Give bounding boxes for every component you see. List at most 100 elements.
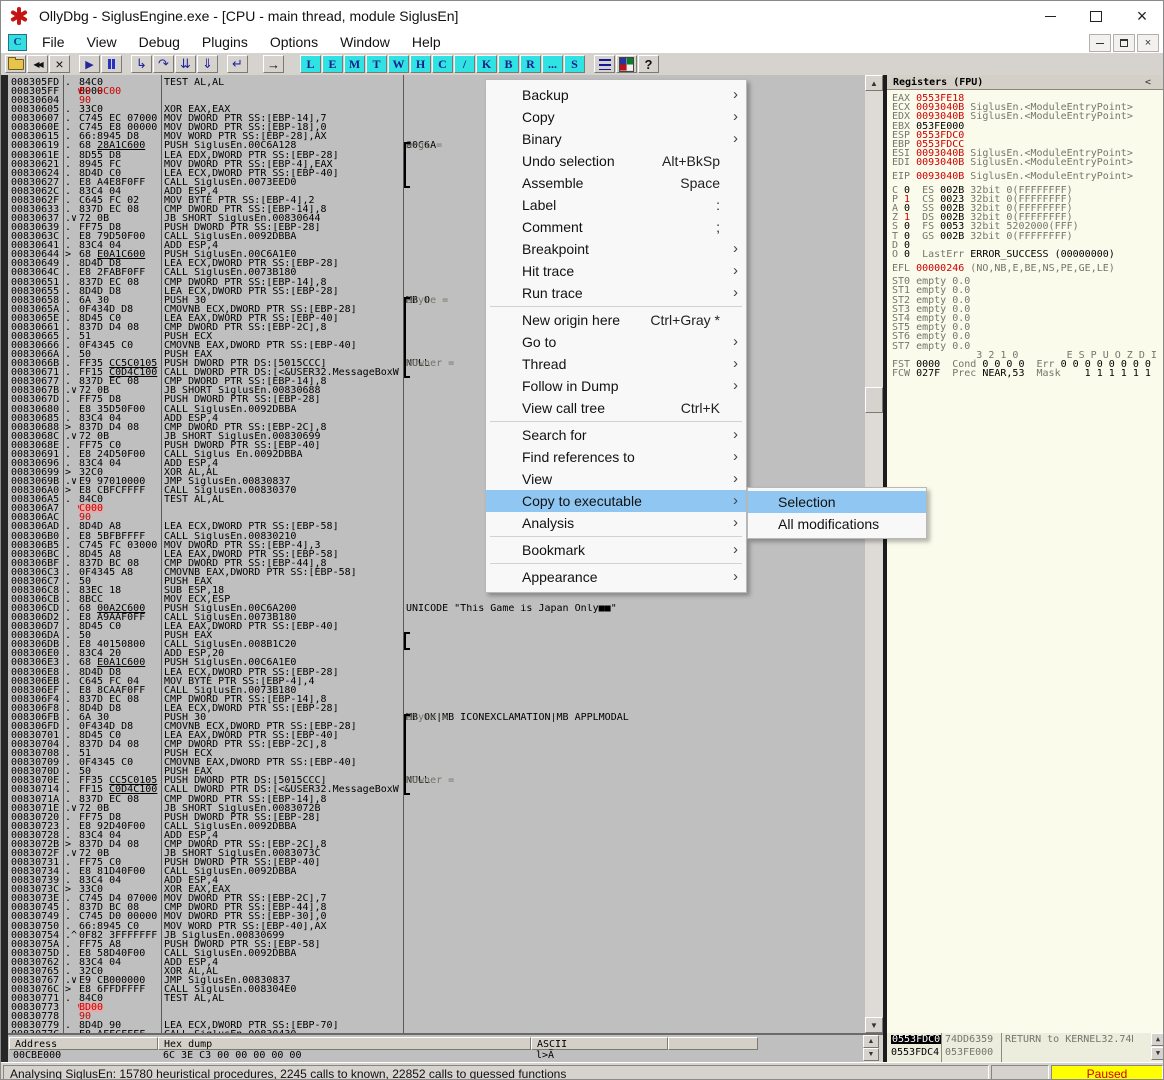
close-button[interactable]: × <box>1119 1 1164 31</box>
submenu-item-all-modifications[interactable]: All modifications <box>748 513 926 535</box>
menu-item-view[interactable]: View <box>76 31 128 53</box>
disasm-row[interactable]: 00830708. 51PUSH ECXTitle <box>8 749 865 758</box>
context-menu-item-copy[interactable]: Copy› <box>486 106 746 128</box>
register-line[interactable]: EIP 0093040B SiglusEn.<ModuleEntryPoint> <box>892 172 1133 181</box>
disasm-row[interactable]: 0083075D. E8 58D40F00CALL SiglusEn.0092D… <box>8 949 865 958</box>
submenu-item-selection[interactable]: Selection <box>748 491 926 513</box>
panel-shortcut-button-C[interactable]: C <box>432 55 453 73</box>
close-program-button[interactable]: × <box>49 55 70 73</box>
trace-into-button[interactable]: ⇊ <box>175 55 196 73</box>
maximize-button[interactable] <box>1073 1 1119 31</box>
panel-shortcut-button-K[interactable]: K <box>476 55 497 73</box>
dump-row-address[interactable]: 00CBE000 <box>13 1051 61 1060</box>
context-menu-item-new-origin-here[interactable]: New origin hereCtrl+Gray * <box>486 309 746 331</box>
dump-scroll-up-button[interactable]: ▲ <box>863 1035 879 1048</box>
menu-item-debug[interactable]: Debug <box>128 31 191 53</box>
register-line[interactable]: O 0 LastErr ERROR_SUCCESS (00000000) <box>892 250 1115 259</box>
context-menu-item-backup[interactable]: Backup› <box>486 84 746 106</box>
context-menu-item-view[interactable]: View› <box>486 468 746 490</box>
open-views-button[interactable] <box>594 55 615 73</box>
minimize-button[interactable] <box>1027 1 1073 31</box>
menu-item-file[interactable]: File <box>31 31 76 53</box>
dump-header-hex[interactable]: Hex dump <box>158 1037 531 1050</box>
open-file-button[interactable] <box>5 55 26 73</box>
panel-shortcut-button-M[interactable]: M <box>344 55 365 73</box>
disasm-row[interactable]: 0083077890NOP <box>8 1012 865 1021</box>
stack-row[interactable]: 0553FDC074DD6359RETURN to KERNEL32.74DD6 <box>887 1033 1164 1046</box>
context-menu-item-analysis[interactable]: Analysis› <box>486 512 746 534</box>
disasm-row[interactable]: 008306D7. 8D45 C0LEA EAX,DWORD PTR SS:[E… <box>8 622 865 631</box>
context-menu-item-undo-selection[interactable]: Undo selectionAlt+BkSp <box>486 150 746 172</box>
disasm-row[interactable]: 0083072B> 837D D4 08CMP DWORD PTR SS:[EB… <box>8 840 865 849</box>
panel-shortcut-button-T[interactable]: T <box>366 55 387 73</box>
panel-shortcut-button-runtrace[interactable]: ... <box>542 55 563 73</box>
dump-row-ascii[interactable]: l>Ã <box>536 1051 554 1060</box>
context-menu-item-search-for[interactable]: Search for› <box>486 424 746 446</box>
pause-button[interactable] <box>101 55 122 73</box>
appearance-options-button[interactable] <box>616 55 637 73</box>
context-menu-item-bookmark[interactable]: Bookmark› <box>486 539 746 561</box>
dump-scroll-down-button[interactable]: ▼ <box>863 1048 879 1061</box>
disasm-row[interactable]: 008306DB. E8 40150800CALL SiglusEn.008B1… <box>8 640 865 649</box>
context-menu-item-thread[interactable]: Thread› <box>486 353 746 375</box>
disasm-row[interactable]: 00830723. E8 92D40F00CALL SiglusEn.0092D… <box>8 822 865 831</box>
disasm-row[interactable]: 00830734. E8 81D40F00CALL SiglusEn.0092D… <box>8 867 865 876</box>
step-into-button[interactable]: ↳ <box>131 55 152 73</box>
trace-over-button[interactable]: ⇓ <box>197 55 218 73</box>
disasm-row[interactable]: 008306E3. 68 E0A1C600PUSH SiglusEn.00C6A… <box>8 658 865 667</box>
disasm-row[interactable]: 008306F4. 837D EC 08CMP DWORD PTR SS:[EB… <box>8 695 865 704</box>
context-menu-item-binary[interactable]: Binary› <box>486 128 746 150</box>
disasm-row[interactable]: 00830709. 0F4345 C0CMOVNB EAX,DWORD PTR … <box>8 758 865 767</box>
registers-pane[interactable]: Registers (FPU) < EAX 0553FE18ECX 009304… <box>887 75 1164 1033</box>
execute-till-return-button[interactable]: ↵ <box>227 55 248 73</box>
menu-item-window[interactable]: Window <box>329 31 401 53</box>
register-line[interactable]: FCW 027F Prec NEAR,53 Mask 1 1 1 1 1 1 <box>892 369 1151 378</box>
panel-shortcut-button-W[interactable]: W <box>388 55 409 73</box>
dump-scrollbar[interactable]: ▲ ▼ <box>863 1035 879 1062</box>
register-line[interactable]: EDI 0093040B SiglusEn.<ModuleEntryPoint> <box>892 158 1133 167</box>
step-over-button[interactable]: ↷ <box>153 55 174 73</box>
context-menu-item-hit-trace[interactable]: Hit trace› <box>486 260 746 282</box>
disasm-row[interactable]: 0083071A. 837D EC 08CMP DWORD PTR SS:[EB… <box>8 795 865 804</box>
mdi-restore-button[interactable] <box>1113 34 1135 52</box>
disasm-row[interactable]: 008306F8. 8D4D D8LEA ECX,DWORD PTR SS:[E… <box>8 704 865 713</box>
context-menu-item-label[interactable]: Label: <box>486 194 746 216</box>
restart-button[interactable]: ◀◀ <box>27 55 48 73</box>
menu-item-options[interactable]: Options <box>259 31 329 53</box>
dump-header-address[interactable]: Address <box>9 1037 158 1050</box>
dump-header-blank[interactable] <box>668 1037 758 1050</box>
scrollbar-down-button[interactable]: ▼ <box>865 1017 883 1033</box>
context-menu-item-assemble[interactable]: AssembleSpace <box>486 172 746 194</box>
collapse-icon[interactable]: < <box>1145 78 1151 87</box>
panel-shortcut-button-B[interactable]: B <box>498 55 519 73</box>
panel-shortcut-button-H[interactable]: H <box>410 55 431 73</box>
disasm-row[interactable]: 00830739. 83C4 04ADD ESP,4 <box>8 876 865 885</box>
menu-item-help[interactable]: Help <box>401 31 452 53</box>
context-menu-item-appearance[interactable]: Appearance› <box>486 566 746 588</box>
stack-scrollbar[interactable]: ▲ ▼ <box>1151 1033 1164 1062</box>
stack-row[interactable]: 0553FDC4053FE000 <box>887 1046 1164 1059</box>
mdi-minimize-button[interactable] <box>1089 34 1111 52</box>
disasm-row[interactable]: 00830704. 837D D4 08CMP DWORD PTR SS:[EB… <box>8 740 865 749</box>
menu-item-plugins[interactable]: Plugins <box>191 31 259 53</box>
scrollbar-thumb[interactable] <box>865 387 883 413</box>
context-menu-item-run-trace[interactable]: Run trace› <box>486 282 746 304</box>
disasm-scrollbar[interactable]: ▲ ▼ <box>865 75 883 1033</box>
scrollbar-up-button[interactable]: ▲ <box>865 75 883 91</box>
context-menu-item-find-references-to[interactable]: Find references to› <box>486 446 746 468</box>
context-menu-item-comment[interactable]: Comment; <box>486 216 746 238</box>
disasm-row[interactable]: 0083071E.∨72 0BJB SHORT SiglusEn.0083072… <box>8 804 865 813</box>
register-line[interactable]: T 0 GS 002B 32bit 0(FFFFFFFF) <box>892 232 1073 241</box>
stack-pane[interactable]: 0553FDC074DD6359RETURN to KERNEL32.74DD6… <box>887 1033 1164 1062</box>
context-menu-item-follow-in-dump[interactable]: Follow in Dump› <box>486 375 746 397</box>
disasm-row[interactable]: 0083076C> E8 6FFDFFFFCALL SiglusEn.00830… <box>8 985 865 994</box>
context-menu-item-breakpoint[interactable]: Breakpoint› <box>486 238 746 260</box>
panel-shortcut-button-patches[interactable]: / <box>454 55 475 73</box>
register-line[interactable]: EFL 00000246 (NO,NB,E,BE,NS,PE,GE,LE) <box>892 264 1115 273</box>
panel-shortcut-button-L[interactable]: L <box>300 55 321 73</box>
disasm-row[interactable]: 008306FB. 6A 30PUSH 30Style = MB_OK|MB_I… <box>8 713 865 722</box>
panel-shortcut-button-E[interactable]: E <box>322 55 343 73</box>
disasm-row[interactable]: 00830771. 84C0TEST AL,AL <box>8 994 865 1003</box>
panel-shortcut-button-R[interactable]: R <box>520 55 541 73</box>
disasm-row[interactable]: 0083072F.∨72 0BJB SHORT SiglusEn.0083073… <box>8 849 865 858</box>
